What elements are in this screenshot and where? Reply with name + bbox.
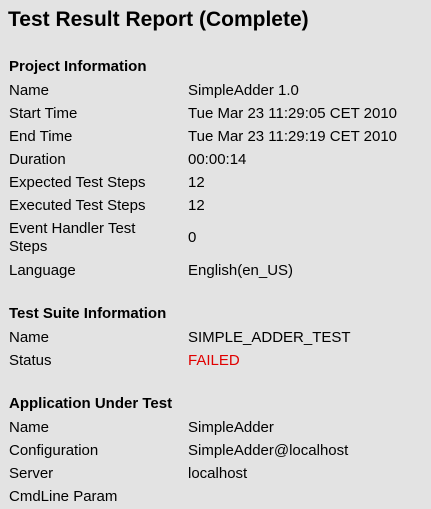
suite-name-value: SIMPLE_ADDER_TEST [188,329,351,346]
test-result-report: Test Result Report (Complete) Project In… [0,0,431,509]
aut-name-label: Name [9,419,50,436]
start-time-label: Start Time [9,105,78,122]
expected-test-steps-label: Expected Test Steps [9,174,146,191]
project-information-heading: Project Information [9,58,147,75]
executed-test-steps-label: Executed Test Steps [9,197,146,214]
report-title: Test Result Report (Complete) [8,8,309,31]
suite-name-label: Name [9,329,50,346]
configuration-value: SimpleAdder@localhost [188,442,349,459]
server-label: Server [9,465,54,482]
cmdline-param-label: CmdLine Param [9,488,118,505]
end-time-value: Tue Mar 23 11:29:19 CET 2010 [188,128,398,145]
aut-name-value: SimpleAdder [188,419,274,436]
event-handler-test-steps-label: Event Handler Test Steps [9,220,136,255]
project-name-value: SimpleAdder 1.0 [188,82,299,99]
duration-label: Duration [9,151,66,168]
status-label: Status [9,352,52,369]
language-value: English(en_US) [188,262,294,279]
status-value: FAILED [188,352,240,369]
duration-value: 00:00:14 [188,151,247,168]
expected-test-steps-value: 12 [188,174,205,191]
event-handler-test-steps-value: 0 [188,229,197,246]
application-under-test-heading: Application Under Test [9,395,173,412]
language-label: Language [9,262,76,279]
test-suite-information-heading: Test Suite Information [9,305,167,322]
start-time-value: Tue Mar 23 11:29:05 CET 2010 [188,105,398,122]
executed-test-steps-value: 12 [188,197,205,214]
end-time-label: End Time [9,128,73,145]
server-value: localhost [188,465,248,482]
configuration-label: Configuration [9,442,99,459]
project-name-label: Name [9,82,50,99]
